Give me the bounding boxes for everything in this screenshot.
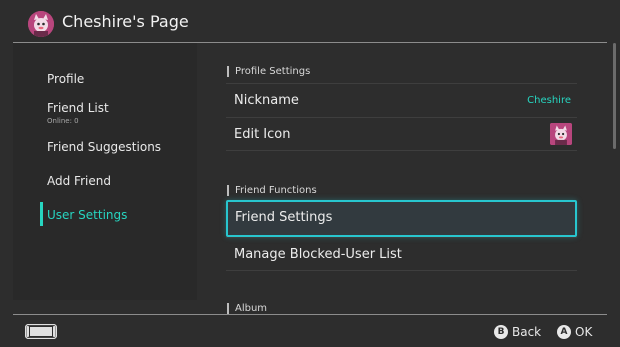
manage-blocked-users-row[interactable]: Manage Blocked-User List (226, 237, 577, 271)
online-count: Online: 0 (47, 117, 79, 125)
sidebar-item-label: Profile (47, 72, 85, 86)
ok-label: OK (575, 325, 593, 339)
sidebar: Profile Friend List Online: 0 Friend Sug… (13, 43, 197, 300)
active-indicator (40, 202, 43, 226)
edit-icon-row[interactable]: Edit Icon (226, 117, 577, 151)
back-label: Back (512, 325, 542, 339)
sidebar-item-label: User Settings (47, 208, 128, 222)
sidebar-item-friend-suggestions[interactable]: Friend Suggestions (47, 140, 161, 154)
scrollbar[interactable] (613, 43, 616, 149)
sidebar-item-label: Friend List (47, 101, 109, 115)
sidebar-item-profile[interactable]: Profile (47, 72, 84, 86)
sidebar-item-label: Friend Suggestions (47, 140, 162, 154)
row-label: Nickname (234, 93, 299, 108)
back-button[interactable]: B Back (494, 324, 542, 340)
sidebar-item-add-friend[interactable]: Add Friend (47, 174, 111, 188)
b-button-icon: B (494, 325, 508, 339)
sidebar-item-user-settings[interactable]: User Settings (47, 208, 127, 222)
section-title-friend-functions: Friend Functions (227, 185, 317, 196)
sidebar-item-label: Add Friend (47, 174, 111, 188)
cat-avatar-icon (550, 123, 572, 145)
footer-divider (13, 314, 607, 315)
section-title-album: Album (227, 303, 267, 314)
a-button-icon: A (557, 325, 571, 339)
friend-settings-row[interactable]: Friend Settings (226, 200, 577, 237)
ok-button[interactable]: A OK (557, 324, 597, 340)
row-label: Edit Icon (234, 127, 291, 142)
sidebar-item-friend-list[interactable]: Friend List Online: 0 (47, 101, 109, 125)
page-header: Cheshire's Page (0, 0, 620, 44)
nickname-row[interactable]: Nickname Cheshire (226, 83, 577, 117)
page-title: Cheshire's Page (62, 12, 189, 31)
cat-avatar-icon (28, 11, 54, 37)
section-title-profile-settings: Profile Settings (227, 66, 310, 77)
handheld-console-icon (24, 323, 58, 340)
nickname-value: Cheshire (527, 95, 571, 106)
row-label: Friend Settings (235, 210, 333, 225)
row-label: Manage Blocked-User List (234, 247, 402, 262)
